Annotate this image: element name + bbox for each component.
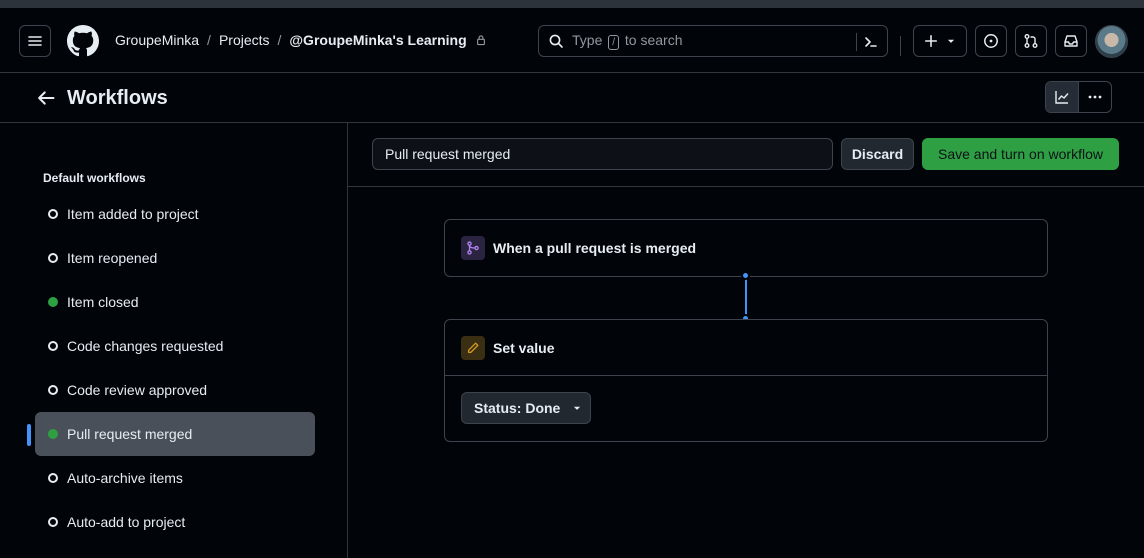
issues-button[interactable] bbox=[975, 25, 1007, 57]
search-placeholder: Type / to search bbox=[572, 32, 683, 50]
status-dot-icon bbox=[48, 473, 58, 483]
global-header: GroupeMinka / Projects / @GroupeMinka's … bbox=[0, 8, 1144, 73]
git-merge-icon bbox=[467, 241, 479, 255]
action-card-body: Status: Done bbox=[445, 376, 1047, 441]
breadcrumb-project[interactable]: @GroupeMinka's Learning bbox=[289, 32, 466, 48]
breadcrumb: GroupeMinka / Projects / @GroupeMinka's … bbox=[115, 32, 487, 48]
search-placeholder-suffix: to search bbox=[624, 32, 683, 48]
insights-button[interactable] bbox=[1046, 82, 1079, 112]
command-palette-icon[interactable] bbox=[863, 34, 879, 50]
status-dot-icon bbox=[48, 429, 58, 439]
git-pull-request-icon bbox=[1024, 34, 1038, 48]
status-dot-icon bbox=[48, 385, 58, 395]
graph-icon bbox=[1055, 91, 1069, 104]
active-indicator bbox=[27, 424, 31, 446]
breadcrumb-org[interactable]: GroupeMinka bbox=[115, 32, 199, 48]
window-top-strip bbox=[0, 0, 1144, 8]
trigger-icon-box bbox=[461, 236, 485, 260]
workflow-connector bbox=[745, 277, 747, 319]
sidebar-item-label: Item closed bbox=[67, 294, 139, 310]
workflow-name-input[interactable] bbox=[372, 138, 833, 170]
sidebar-item-label: Pull request merged bbox=[67, 426, 193, 442]
status-dot-icon bbox=[48, 297, 58, 307]
status-dot-icon bbox=[48, 209, 58, 219]
save-and-enable-button[interactable]: Save and turn on workflow bbox=[922, 138, 1119, 170]
sidebar-item-label: Item reopened bbox=[67, 250, 158, 266]
status-dot-icon bbox=[48, 341, 58, 351]
more-options-button[interactable] bbox=[1079, 82, 1112, 112]
search-divider bbox=[856, 33, 857, 51]
pencil-icon bbox=[467, 342, 479, 353]
kebab-horizontal-icon bbox=[1088, 95, 1102, 99]
search-input[interactable]: Type / to search bbox=[538, 25, 888, 57]
workflow-toolbar: Discard Save and turn on workflow bbox=[348, 123, 1144, 187]
action-icon-box bbox=[461, 335, 485, 360]
sidebar-item-item-closed[interactable]: Item closed bbox=[35, 280, 315, 324]
action-card: Set value Status: Done bbox=[444, 319, 1048, 442]
sidebar-item-code-review-approved[interactable]: Code review approved bbox=[35, 368, 315, 412]
status-dot-icon bbox=[48, 253, 58, 263]
discard-button[interactable]: Discard bbox=[841, 138, 914, 170]
sidebar-item-label: Item added to project bbox=[67, 206, 199, 222]
breadcrumb-separator: / bbox=[207, 32, 211, 48]
sidebar-item-label: Code changes requested bbox=[67, 338, 224, 354]
sidebar-item-code-changes-requested[interactable]: Code changes requested bbox=[35, 324, 315, 368]
arrow-left-icon[interactable] bbox=[36, 88, 56, 108]
trigger-card[interactable]: When a pull request is merged bbox=[444, 219, 1048, 277]
sidebar-item-auto-archive[interactable]: Auto-archive items bbox=[35, 456, 315, 500]
breadcrumb-separator: / bbox=[277, 32, 282, 48]
inbox-button[interactable] bbox=[1055, 25, 1087, 57]
connector-start-dot bbox=[741, 271, 750, 280]
caret-down-icon bbox=[574, 406, 581, 410]
sidebar-item-pull-request-merged[interactable]: Pull request merged bbox=[35, 412, 315, 456]
caret-down-icon bbox=[947, 39, 955, 43]
sidebar-item-label: Code review approved bbox=[67, 382, 208, 398]
header-divider bbox=[900, 36, 901, 56]
workflows-sidebar: Default workflows Item added to project … bbox=[0, 123, 348, 558]
trigger-card-header: When a pull request is merged bbox=[445, 220, 1047, 276]
inbox-icon bbox=[1064, 35, 1078, 47]
create-new-button[interactable] bbox=[913, 25, 967, 57]
user-avatar[interactable] bbox=[1095, 25, 1128, 58]
search-placeholder-prefix: Type bbox=[572, 32, 603, 48]
plus-icon bbox=[924, 34, 938, 48]
search-icon bbox=[549, 34, 563, 48]
pull-requests-button[interactable] bbox=[1015, 25, 1047, 57]
action-card-header: Set value bbox=[445, 320, 1047, 376]
breadcrumb-projects[interactable]: Projects bbox=[219, 32, 270, 48]
menu-button[interactable] bbox=[19, 25, 51, 57]
sidebar-item-label: Auto-add to project bbox=[67, 514, 186, 530]
issue-opened-icon bbox=[984, 34, 998, 48]
sidebar-item-item-reopened[interactable]: Item reopened bbox=[35, 236, 315, 280]
lock-icon bbox=[476, 35, 485, 46]
status-value-label: Status: Done bbox=[474, 400, 561, 416]
trigger-title: When a pull request is merged bbox=[493, 240, 697, 256]
page-header: Workflows bbox=[0, 73, 1144, 123]
sidebar-heading: Default workflows bbox=[43, 171, 146, 185]
sidebar-item-item-added[interactable]: Item added to project bbox=[35, 192, 315, 236]
page-title: Workflows bbox=[67, 87, 168, 109]
status-dot-icon bbox=[48, 517, 58, 527]
sidebar-item-label: Auto-archive items bbox=[67, 470, 183, 486]
sidebar-item-auto-add[interactable]: Auto-add to project bbox=[35, 500, 315, 544]
status-value-dropdown[interactable]: Status: Done bbox=[461, 392, 591, 424]
hamburger-icon bbox=[28, 36, 42, 46]
header-actions bbox=[1045, 81, 1112, 113]
action-title: Set value bbox=[493, 339, 555, 356]
search-shortcut-key: / bbox=[608, 35, 620, 50]
github-logo-icon[interactable] bbox=[67, 25, 99, 57]
